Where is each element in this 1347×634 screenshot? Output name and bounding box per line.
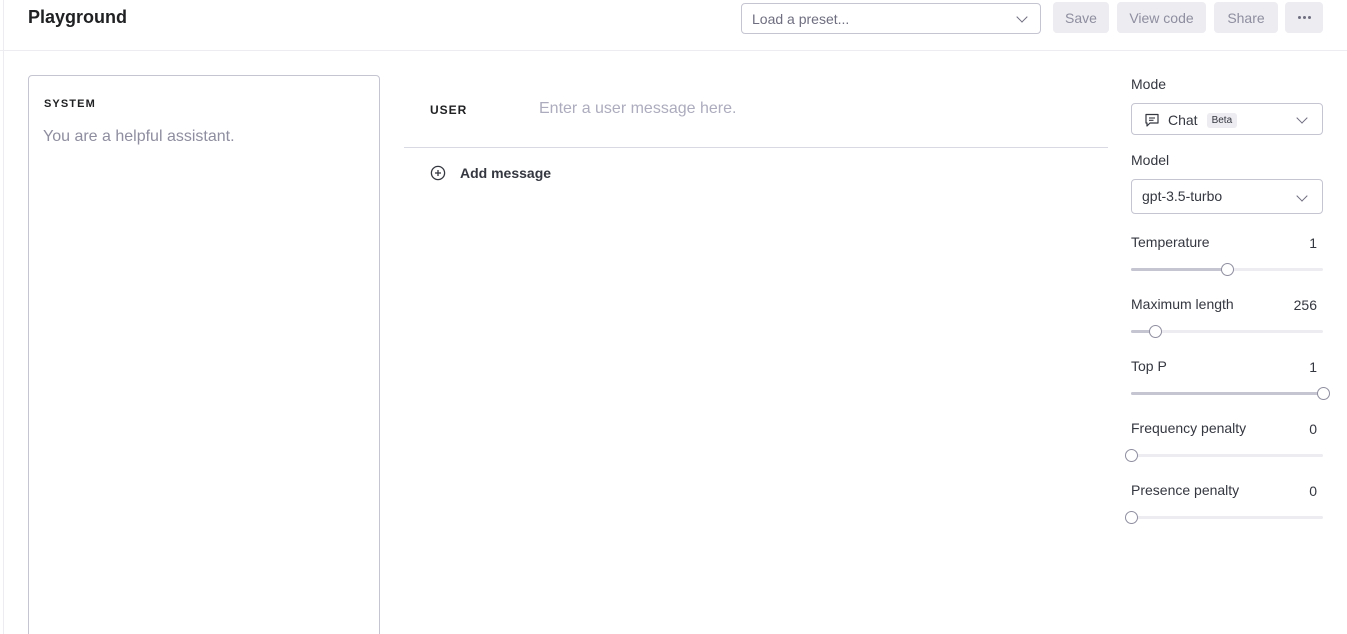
temperature-label: Temperature	[1131, 234, 1210, 250]
user-message-input[interactable]: Enter a user message here.	[539, 100, 736, 118]
frequency-penalty-slider[interactable]	[1125, 449, 1323, 462]
slider-fill	[1131, 392, 1323, 395]
view-code-button[interactable]: View code	[1117, 2, 1206, 33]
model-label: Model	[1131, 152, 1170, 168]
mode-value: Chat	[1168, 112, 1198, 128]
slider-thumb[interactable]	[1125, 449, 1138, 462]
more-button[interactable]	[1285, 2, 1323, 33]
frequency-penalty-value[interactable]: 0	[1309, 421, 1317, 437]
system-input[interactable]: You are a helpful assistant.	[43, 128, 235, 146]
slider-thumb[interactable]	[1221, 263, 1234, 276]
share-button[interactable]: Share	[1214, 2, 1278, 33]
user-role-label[interactable]: USER	[430, 103, 467, 117]
page-title: Playground	[28, 7, 128, 27]
maximum-length-slider[interactable]	[1131, 325, 1323, 338]
preset-select[interactable]: Load a preset...	[741, 3, 1041, 34]
save-button[interactable]: Save	[1053, 2, 1109, 33]
presence-penalty-value[interactable]: 0	[1309, 483, 1317, 499]
top-p-value[interactable]: 1	[1309, 359, 1317, 375]
mode-label: Mode	[1131, 76, 1167, 92]
add-message-label: Add message	[460, 165, 552, 181]
more-horizontal-icon	[1297, 16, 1311, 19]
left-divider	[3, 0, 4, 634]
add-message-button[interactable]: Add message	[430, 163, 551, 183]
temperature-value[interactable]: 1	[1309, 235, 1317, 251]
system-panel[interactable]: SYSTEM You are a helpful assistant.	[28, 75, 380, 634]
presence-penalty-slider[interactable]	[1125, 511, 1323, 524]
slider-thumb[interactable]	[1149, 325, 1162, 338]
system-label: SYSTEM	[44, 98, 96, 110]
slider-thumb[interactable]	[1125, 511, 1138, 524]
beta-badge: Beta	[1206, 112, 1238, 128]
maximum-length-label: Maximum length	[1131, 296, 1234, 312]
presence-penalty-label: Presence penalty	[1131, 482, 1240, 498]
top-p-label: Top P	[1131, 358, 1167, 374]
temperature-slider[interactable]	[1131, 263, 1323, 276]
chevron-down-icon	[1296, 190, 1308, 202]
chevron-down-icon	[1016, 11, 1028, 23]
header: Playground Load a preset... Save View co…	[0, 0, 1347, 51]
model-value: gpt-3.5-turbo	[1142, 188, 1223, 204]
mode-select[interactable]: Chat Beta	[1131, 103, 1323, 135]
slider-thumb[interactable]	[1317, 387, 1330, 400]
maximum-length-value[interactable]: 256	[1294, 297, 1317, 313]
slider-fill	[1131, 268, 1227, 271]
chevron-down-icon	[1296, 112, 1308, 124]
preset-placeholder: Load a preset...	[752, 11, 850, 27]
top-p-slider[interactable]	[1131, 387, 1330, 400]
frequency-penalty-label: Frequency penalty	[1131, 420, 1247, 436]
chat-bubble-icon	[1145, 113, 1159, 127]
plus-circle-icon	[430, 165, 446, 181]
model-select[interactable]: gpt-3.5-turbo	[1131, 179, 1323, 214]
user-message-row: USER Enter a user message here.	[404, 75, 1108, 148]
